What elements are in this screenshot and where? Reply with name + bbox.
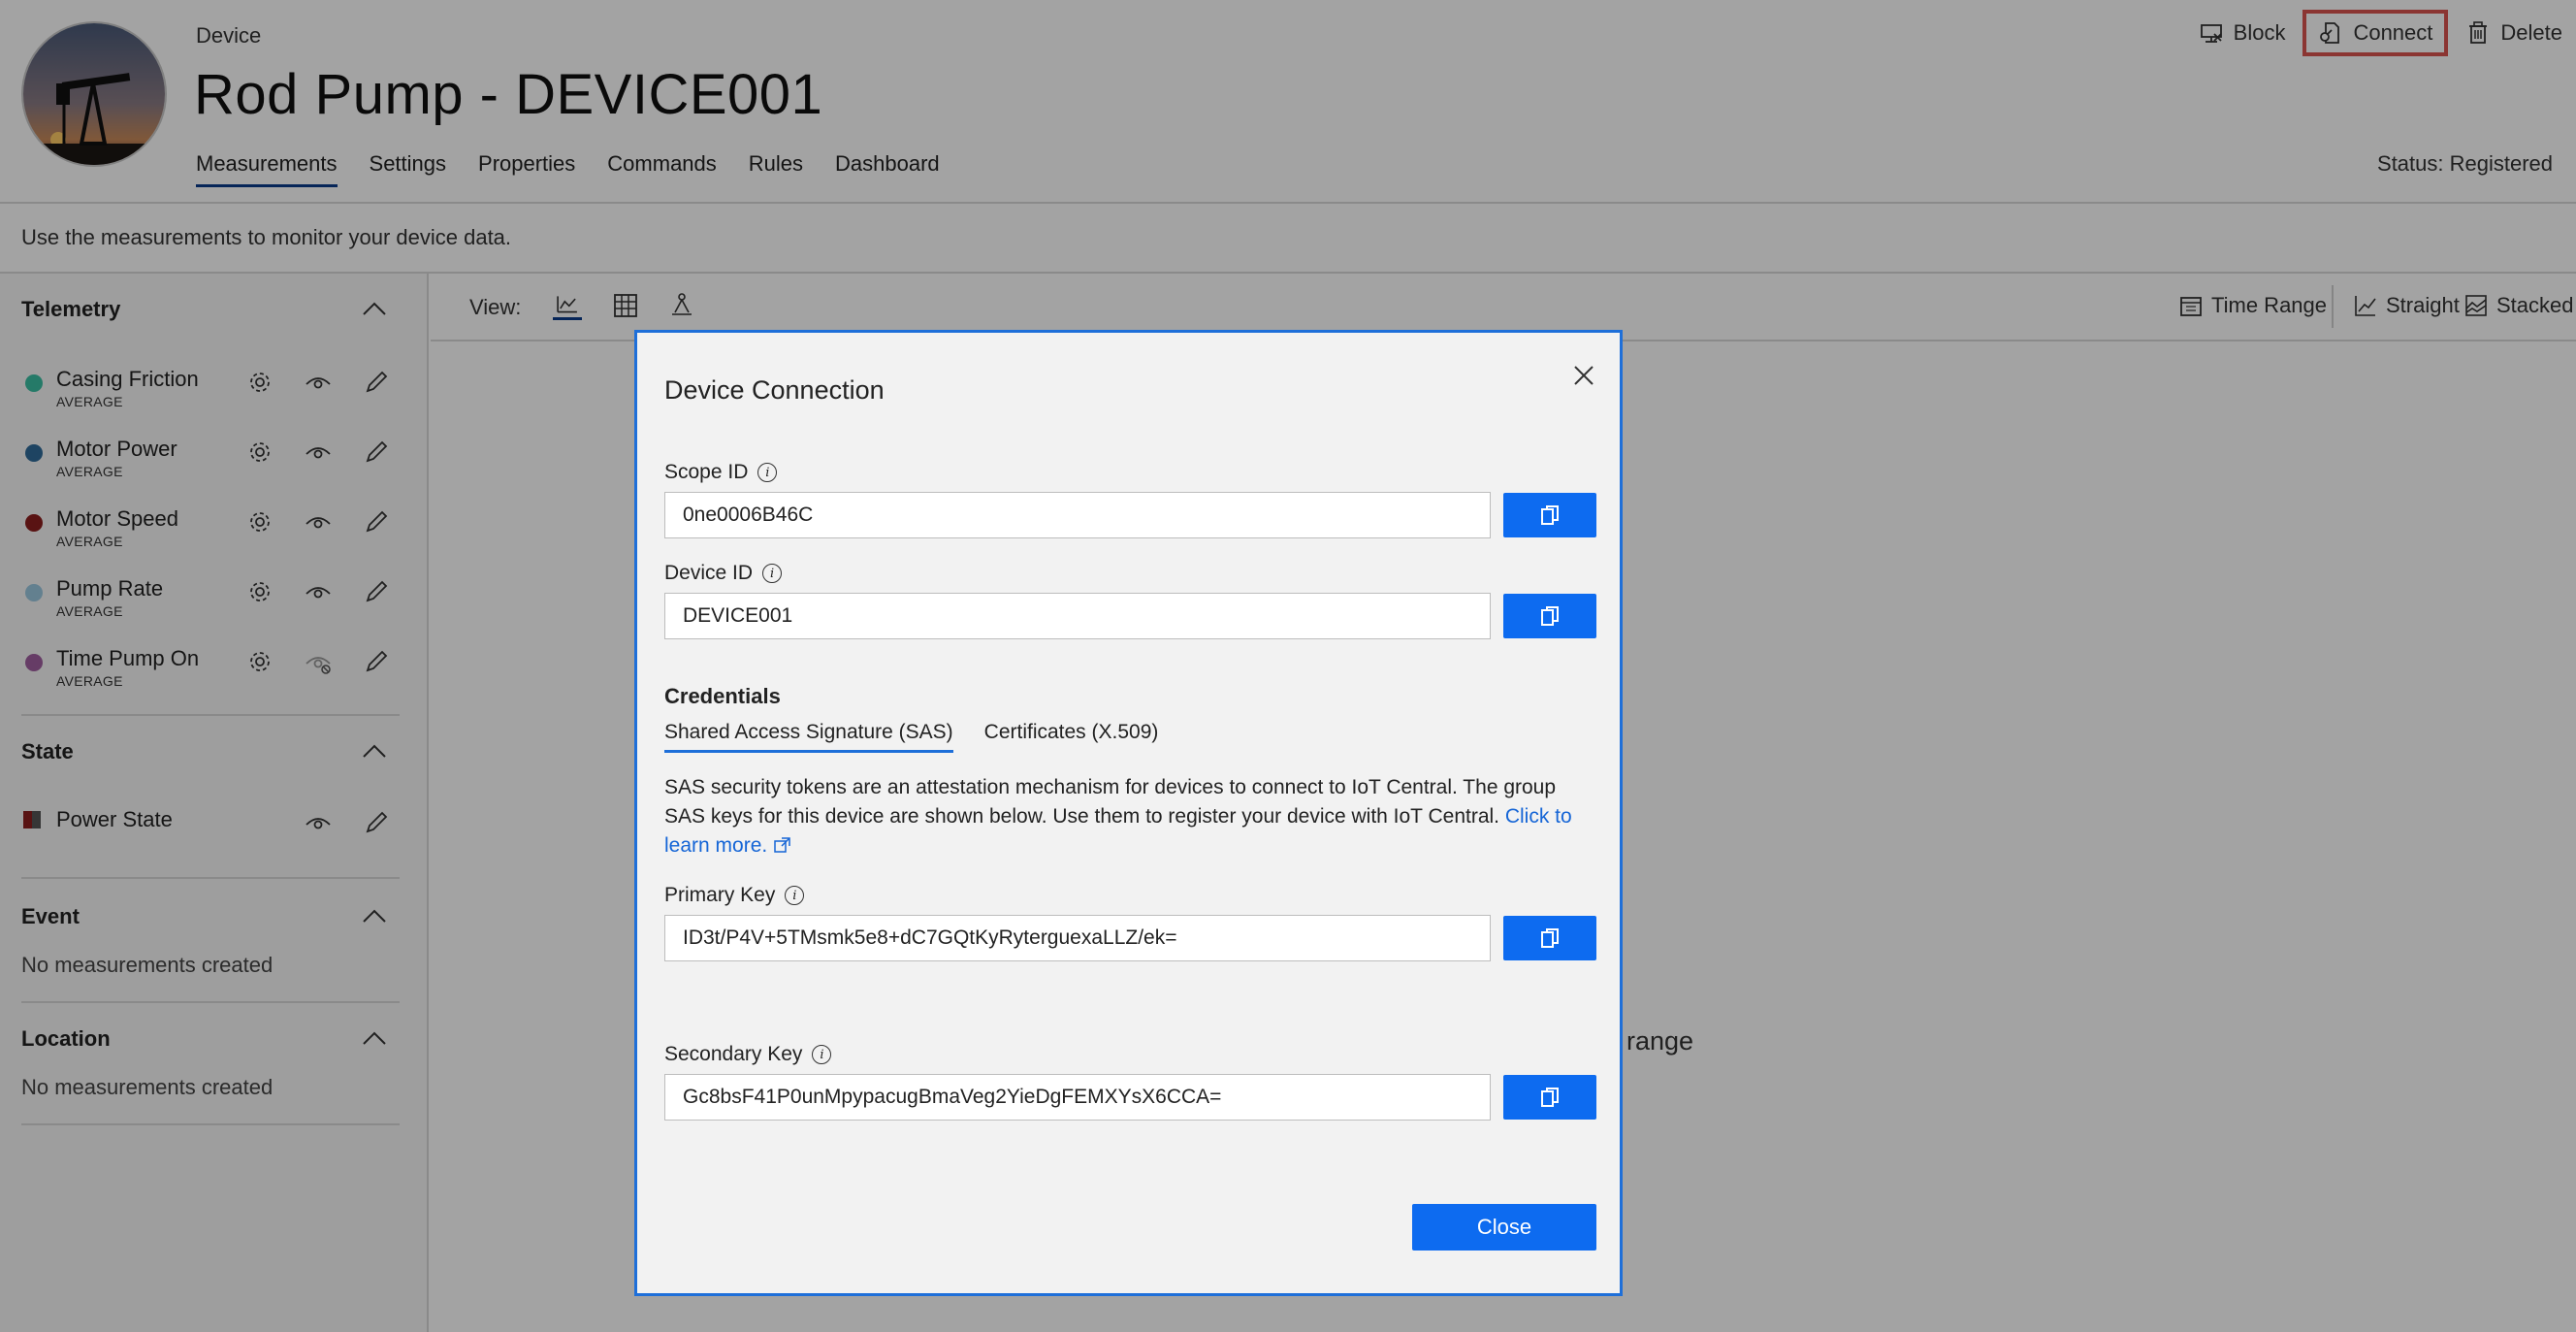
primary-key-field[interactable]: ID3t/P4V+5TMsmk5e8+dC7GQtKyRyterguexaLLZ… <box>664 915 1491 961</box>
copy-primary-key-button[interactable] <box>1503 916 1596 960</box>
tab-sas[interactable]: Shared Access Signature (SAS) <box>664 721 953 753</box>
device-connection-dialog: Device Connection Scope ID i 0ne0006B46C… <box>634 330 1623 1296</box>
scope-id-label-text: Scope ID <box>664 461 749 483</box>
credential-tabs: Shared Access Signature (SAS) Certificat… <box>664 721 1158 753</box>
scope-id-label: Scope ID i <box>664 461 778 484</box>
external-link-icon <box>774 837 790 853</box>
sas-description-text: SAS security tokens are an attestation m… <box>664 776 1557 828</box>
info-icon[interactable]: i <box>757 463 778 482</box>
info-icon[interactable]: i <box>812 1045 832 1064</box>
info-icon[interactable]: i <box>785 886 805 905</box>
copy-icon <box>1541 505 1559 525</box>
copy-icon <box>1541 606 1559 626</box>
copy-scope-id-button[interactable] <box>1503 493 1596 537</box>
info-icon[interactable]: i <box>762 564 783 583</box>
dialog-title: Device Connection <box>664 375 885 405</box>
tab-certificates[interactable]: Certificates (X.509) <box>984 721 1159 753</box>
secondary-key-label-text: Secondary Key <box>664 1043 803 1065</box>
secondary-key-field[interactable]: Gc8bsF41P0unMpypacugBmaVeg2YieDgFEMXYsX6… <box>664 1074 1491 1121</box>
primary-key-label: Primary Key i <box>664 884 805 907</box>
copy-device-id-button[interactable] <box>1503 594 1596 638</box>
device-id-label-text: Device ID <box>664 562 754 584</box>
scope-id-field[interactable]: 0ne0006B46C <box>664 492 1491 538</box>
close-icon[interactable] <box>1570 362 1597 389</box>
secondary-key-label: Secondary Key i <box>664 1043 832 1066</box>
credentials-heading: Credentials <box>664 684 781 708</box>
sas-description: SAS security tokens are an attestation m… <box>664 773 1595 861</box>
primary-key-label-text: Primary Key <box>664 884 776 906</box>
copy-icon <box>1541 1088 1559 1107</box>
device-id-label: Device ID i <box>664 562 783 585</box>
close-button[interactable]: Close <box>1412 1204 1596 1251</box>
copy-secondary-key-button[interactable] <box>1503 1075 1596 1120</box>
copy-icon <box>1541 928 1559 948</box>
device-id-field[interactable]: DEVICE001 <box>664 593 1491 639</box>
